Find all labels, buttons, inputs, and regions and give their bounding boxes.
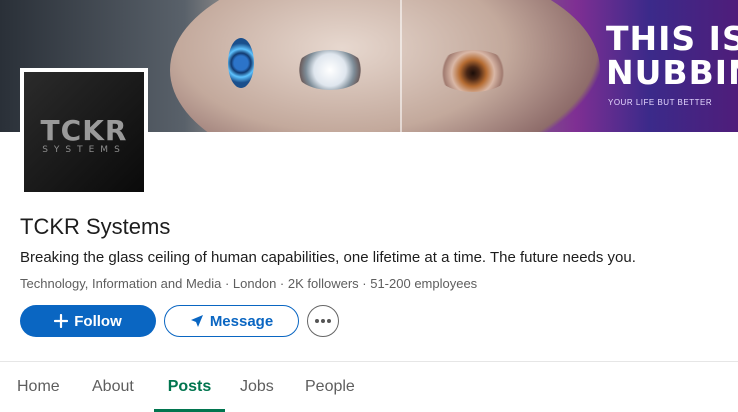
message-label: Message [209, 312, 274, 330]
send-icon [190, 314, 204, 328]
company-logo[interactable]: TCKR SYSTEMS [20, 68, 148, 196]
banner-human-eye [435, 50, 511, 92]
banner-headline: THIS IS NUBBIN [606, 22, 738, 90]
tab-posts[interactable]: Posts [154, 362, 225, 412]
page-tabs: Home About Posts Jobs People [0, 362, 738, 412]
follow-label: Follow [74, 312, 122, 330]
tab-home[interactable]: Home [17, 362, 60, 412]
company-tagline: Breaking the glass ceiling of human capa… [20, 249, 636, 266]
logo-subtext: SYSTEMS [42, 145, 126, 155]
banner-cyber-eye [295, 50, 365, 90]
follow-button[interactable]: Follow [20, 305, 156, 337]
tab-jobs[interactable]: Jobs [240, 362, 274, 412]
banner-headline-line1: THIS IS [606, 19, 738, 58]
plus-icon [54, 314, 69, 328]
message-button[interactable]: Message [164, 305, 299, 337]
company-meta: Technology, Information and Media · Lond… [20, 276, 478, 291]
banner-divider [400, 0, 402, 132]
tab-about[interactable]: About [92, 362, 134, 412]
banner-headline-line2: NUBBIN [606, 53, 738, 92]
logo-wordmark: TCKR [40, 114, 128, 147]
company-name: TCKR Systems [20, 214, 171, 239]
banner-implant-graphic [228, 38, 254, 88]
tab-people[interactable]: People [305, 362, 355, 412]
more-options-button[interactable] [307, 305, 339, 337]
more-horizontal-icon [314, 318, 332, 324]
logo-background: TCKR SYSTEMS [24, 72, 144, 192]
banner-tagline: YOUR LIFE BUT BETTER [608, 98, 713, 107]
